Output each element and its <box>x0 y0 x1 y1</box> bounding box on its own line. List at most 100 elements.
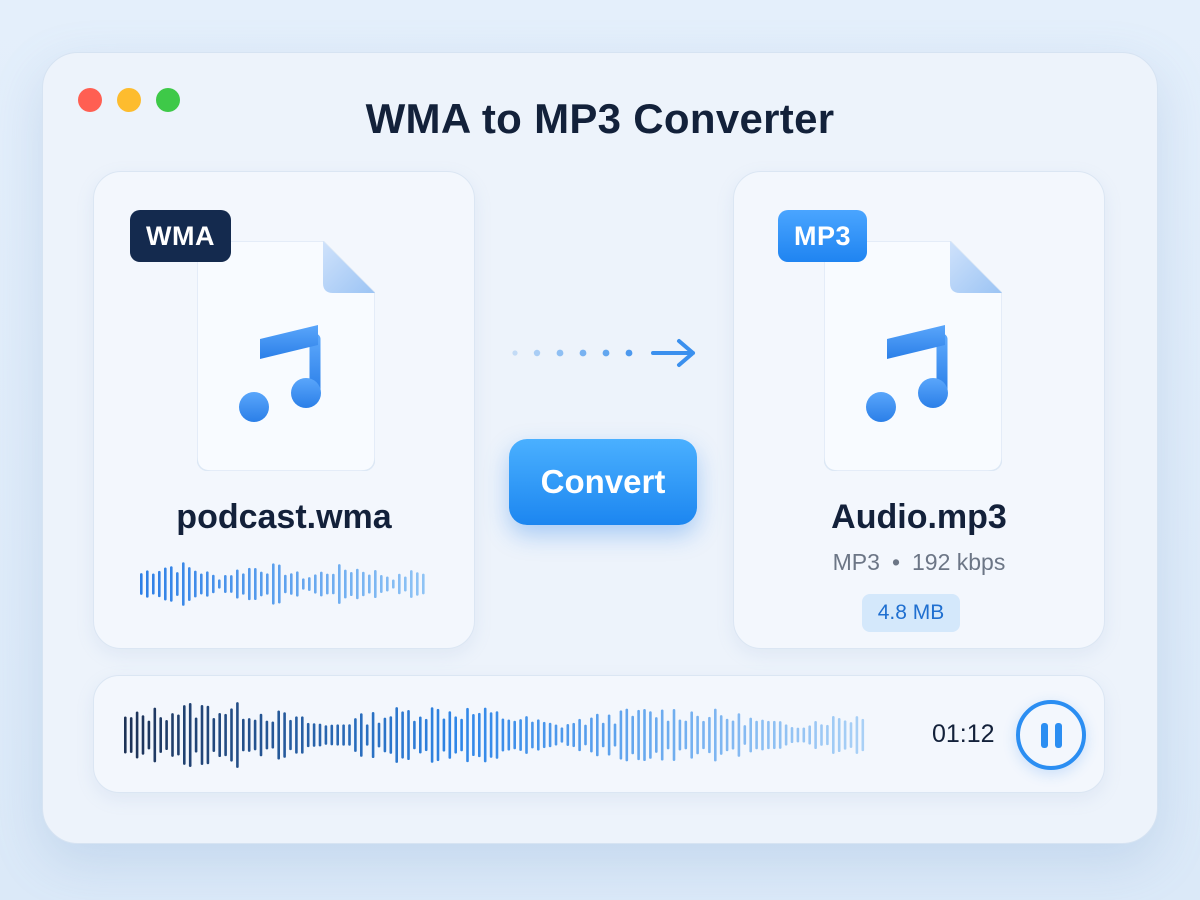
waveform-bar <box>755 720 758 750</box>
waveform-bar <box>380 575 383 593</box>
waveform-bar <box>247 718 251 752</box>
source-waveform <box>140 562 425 606</box>
playback-time: 01:12 <box>932 720 995 748</box>
waveform-bar <box>578 718 581 752</box>
waveform-bar <box>832 716 835 754</box>
waveform-bar <box>454 716 457 754</box>
waveform-bar <box>284 574 287 594</box>
waveform-bar <box>371 711 375 759</box>
meta-separator: • <box>891 549 900 575</box>
waveform-bar <box>312 723 316 747</box>
waveform-bar <box>525 716 528 754</box>
waveform-bar <box>472 713 475 757</box>
waveform-bar <box>501 718 505 752</box>
waveform-bar <box>283 712 286 758</box>
waveform-bar <box>773 720 776 750</box>
waveform-bar <box>326 573 329 595</box>
waveform-bar <box>248 567 251 601</box>
waveform-bar <box>356 568 359 600</box>
target-file-name: Audio.mp3 <box>831 498 1007 536</box>
waveform-bar <box>306 722 310 748</box>
waveform-bar <box>607 714 611 756</box>
waveform-bar <box>230 708 233 762</box>
target-file-card[interactable]: MP3 Audio.mp3 MP3 • 192 kbps 4.8 MB <box>733 171 1105 649</box>
waveform-bar <box>814 721 817 749</box>
waveform-bar <box>266 573 269 595</box>
waveform-bar <box>296 571 299 597</box>
waveform-bar <box>365 724 369 746</box>
waveform-bar <box>348 724 351 746</box>
waveform-bar <box>849 722 853 748</box>
waveform-bar <box>338 564 341 604</box>
waveform-bar <box>820 724 823 746</box>
waveform-bar <box>278 564 281 604</box>
waveform-bar <box>743 725 747 745</box>
waveform-bar <box>265 720 269 750</box>
waveform-bar <box>398 573 401 595</box>
waveform-bar <box>212 574 215 594</box>
waveform-bar <box>301 716 304 754</box>
audio-player: 01:12 <box>93 675 1105 793</box>
waveform-bar <box>619 710 623 760</box>
waveform-bar <box>368 574 371 594</box>
waveform-bar <box>643 708 646 762</box>
waveform-bar <box>826 724 829 746</box>
waveform-bar <box>124 716 127 754</box>
waveform-bar <box>342 724 345 746</box>
waveform-bar <box>413 720 416 750</box>
waveform-bar <box>519 719 522 751</box>
waveform-bar <box>290 573 293 595</box>
waveform-bar <box>442 718 446 752</box>
waveform-bar <box>170 566 173 602</box>
waveform-bar <box>719 715 723 755</box>
conversion-arrow-icon <box>512 339 695 367</box>
waveform-bar <box>277 710 280 760</box>
converter-window: WMA to MP3 Converter WMA podcast.wma Con… <box>42 52 1158 844</box>
waveform-bar <box>708 716 711 754</box>
waveform-bar <box>808 725 811 745</box>
waveform-bar <box>513 720 516 750</box>
waveform-bar <box>784 724 788 746</box>
waveform-bar <box>478 712 481 758</box>
waveform-bar <box>374 569 377 599</box>
bitrate-label: 192 kbps <box>912 549 1006 575</box>
file-size-badge: 4.8 MB <box>862 594 960 632</box>
app-title: WMA to MP3 Converter <box>365 95 835 142</box>
waveform-bar <box>790 727 794 743</box>
waveform-bar <box>330 724 334 746</box>
waveform-bar <box>761 719 764 751</box>
waveform-bar <box>295 716 298 754</box>
waveform-bar <box>224 575 227 593</box>
waveform-bar <box>153 707 157 763</box>
file-meta: MP3 • 192 kbps <box>734 549 1104 576</box>
waveform-bar <box>129 717 133 753</box>
pause-icon-bar <box>1054 722 1062 748</box>
waveform-bar <box>489 712 493 758</box>
waveform-bar <box>631 715 634 755</box>
waveform-bar <box>613 723 617 747</box>
convert-button[interactable]: Convert <box>509 439 697 525</box>
waveform-bar <box>159 717 162 753</box>
waveform-bar <box>362 571 365 597</box>
waveform-bar <box>332 573 335 595</box>
waveform-bar <box>314 574 317 594</box>
waveform-bar <box>554 724 558 746</box>
format-label: MP3 <box>832 549 880 575</box>
playback-waveform[interactable] <box>120 693 880 777</box>
pause-button[interactable] <box>1016 700 1086 770</box>
waveform-bar <box>259 713 263 757</box>
waveform-bar <box>188 703 192 767</box>
waveform-bar <box>584 724 587 746</box>
waveform-bar <box>383 717 387 753</box>
waveform-bar <box>590 717 593 753</box>
waveform-bar <box>318 723 322 747</box>
waveform-bar <box>212 718 216 752</box>
waveform-bar <box>531 721 534 749</box>
waveform-bar <box>537 719 540 751</box>
waveform-bar <box>466 707 469 763</box>
waveform-bar <box>302 578 305 590</box>
source-file-card[interactable]: WMA podcast.wma <box>93 171 475 649</box>
waveform-bar <box>714 708 717 762</box>
pause-icon <box>1040 722 1048 748</box>
waveform-bar <box>737 713 741 757</box>
